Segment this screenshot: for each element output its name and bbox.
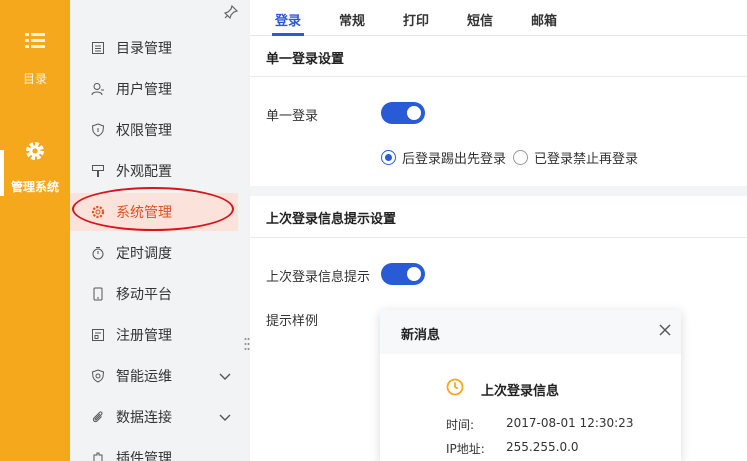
radio-forbid-relogin[interactable]: 已登录禁止再登录 [513,148,638,167]
brush-icon [90,163,106,179]
tab-active-underline [272,33,304,36]
user-icon [90,81,106,97]
clock-icon [446,378,464,396]
radio-kick-previous[interactable]: 后登录踢出先登录 [381,148,506,167]
sidebar-item-label: 数据连接 [116,410,172,426]
sidebar-item-catalog[interactable]: 目录管理 [70,29,238,67]
chevron-down-icon[interactable] [218,369,232,383]
single-login-section-title: 单一登录设置 [266,52,345,67]
single-login-label: 单一登录 [266,109,319,124]
sidebar-item-plugins[interactable]: 插件管理 [70,439,238,461]
sidebar-item-label: 插件管理 [116,451,172,461]
radio-label: 后登录踢出先登录 [402,152,507,167]
radio-dot [381,150,396,165]
paperclip-icon [90,409,106,425]
sidebar-item-label: 智能运维 [116,369,172,385]
tab-email[interactable]: 邮箱 [531,10,557,29]
ip-key: IP地址: [446,442,485,456]
app-rail: 目录 管理系统 [0,0,70,461]
ops-icon [90,368,106,384]
notification-title: 新消息 [401,328,441,343]
sidebar-item-permissions[interactable]: 权限管理 [70,111,238,149]
last-login-label: 上次登录信息提示 [266,270,371,285]
rail-system-label: 管理系统 [10,180,59,194]
mobile-icon [90,286,106,302]
sidebar-item-label: 移动平台 [116,287,172,303]
radio-dot [513,150,528,165]
time-value: 2017-08-01 12:30:23 [506,416,634,430]
last-login-toggle[interactable] [381,263,425,285]
notification-heading: 上次登录信息 [481,384,560,399]
sidebar-item-data-connections[interactable]: 数据连接 [70,398,238,436]
sidebar-item-label: 用户管理 [116,82,172,98]
shield-icon [90,122,106,138]
plugin-icon [90,450,106,461]
close-icon[interactable] [659,324,671,336]
sidebar-item-users[interactable]: 用户管理 [70,70,238,108]
sidebar-item-appearance[interactable]: 外观配置 [70,152,238,190]
notification-preview: 新消息 上次登录信息 时间: 2017-08-01 12:30:23 IP地址:… [380,310,681,461]
sidebar-item-label: 外观配置 [116,164,172,180]
toggle-knob [407,267,421,281]
sidebar-item-label: 注册管理 [116,328,172,344]
sidebar-item-register[interactable]: 注册管理 [70,316,238,354]
radio-label: 已登录禁止再登录 [534,152,639,167]
gear-icon [26,142,44,160]
divider [250,76,747,77]
timer-icon [90,245,106,261]
rail-item-system[interactable]: 管理系统 [0,140,70,195]
tab-general[interactable]: 常规 [339,10,365,29]
rail-catalog-label: 目录 [22,72,47,86]
tab-login[interactable]: 登录 [275,10,301,29]
notification-header: 新消息 [380,310,681,354]
chevron-down-icon[interactable] [218,410,232,424]
sidebar-item-ops[interactable]: 智能运维 [70,357,238,395]
tab-bar: 登录 常规 打印 短信 邮箱 [250,0,747,36]
sidebar-item-label: 目录管理 [116,41,172,57]
register-icon [90,327,106,343]
sidebar-item-label: 权限管理 [116,123,172,139]
single-login-toggle[interactable] [381,102,425,124]
last-login-section-title: 上次登录信息提示设置 [266,212,397,227]
section-gap [250,186,747,196]
toggle-knob [407,106,421,120]
sidebar-item-scheduler[interactable]: 定时调度 [70,234,238,272]
catalog-icon [25,33,45,48]
divider [250,237,747,238]
sidebar-item-label: 定时调度 [116,246,172,262]
settings-panel: 登录 常规 打印 短信 邮箱 单一登录设置 单一登录 后登录踢出先登录 已登录禁… [250,0,747,461]
sample-label: 提示样例 [266,314,319,329]
tab-print[interactable]: 打印 [403,10,429,29]
time-key: 时间: [446,418,475,432]
tab-sms[interactable]: 短信 [467,10,493,29]
pin-icon[interactable] [224,5,238,19]
highlight-annotation-circle [72,187,234,231]
sidebar-item-mobile[interactable]: 移动平台 [70,275,238,313]
ip-value: 255.255.0.0 [506,440,579,454]
list-icon [90,40,106,56]
rail-item-catalog[interactable]: 目录 [0,30,70,87]
